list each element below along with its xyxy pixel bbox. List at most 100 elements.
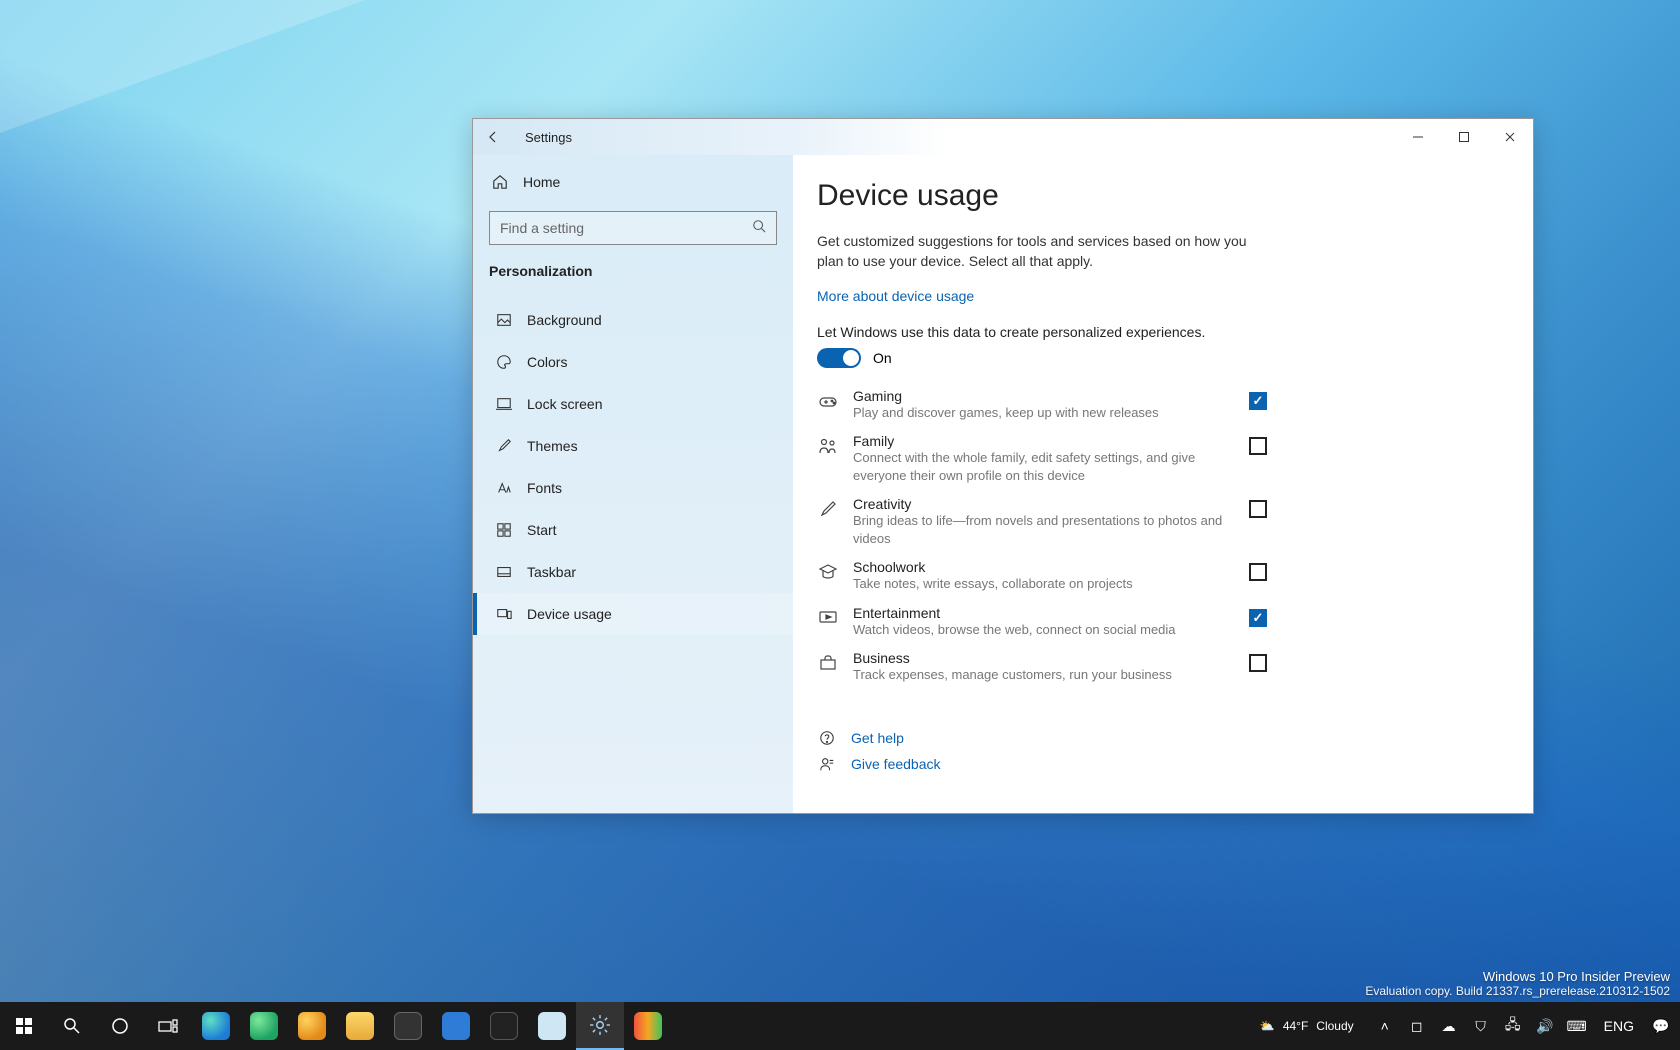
taskbar-app-edge[interactable] — [192, 1002, 240, 1050]
sidebar-item-label: Device usage — [527, 606, 612, 622]
tray-language[interactable]: ENG — [1598, 1018, 1640, 1034]
font-icon — [495, 479, 513, 497]
maximize-button[interactable] — [1441, 119, 1487, 155]
taskbar-app-explorer[interactable] — [336, 1002, 384, 1050]
image-icon — [495, 311, 513, 329]
minimize-button[interactable] — [1395, 119, 1441, 155]
brush-icon — [495, 437, 513, 455]
option-schoolwork-checkbox[interactable] — [1249, 563, 1267, 581]
creativity-icon — [817, 498, 839, 520]
weather-temp: 44°F — [1283, 1019, 1308, 1033]
sidebar-item-label: Fonts — [527, 480, 562, 496]
toggle-state: On — [873, 350, 892, 366]
section-label: Personalization — [473, 257, 793, 289]
titlebar: Settings — [473, 119, 1533, 155]
taskbar-app-other[interactable] — [624, 1002, 672, 1050]
sidebar-item-background[interactable]: Background — [473, 299, 793, 341]
sidebar-item-label: Start — [527, 522, 557, 538]
tray-chevron-icon[interactable]: ˄ — [1374, 1018, 1396, 1034]
tray-security-icon[interactable]: ⛉ — [1470, 1018, 1492, 1035]
option-family-checkbox[interactable] — [1249, 437, 1267, 455]
schoolwork-icon — [817, 561, 839, 583]
home-icon — [491, 173, 509, 191]
sidebar-item-lockscreen[interactable]: Lock screen — [473, 383, 793, 425]
taskbar-app-notepad[interactable] — [528, 1002, 576, 1050]
cortana-button[interactable] — [96, 1002, 144, 1050]
back-button[interactable] — [473, 129, 513, 145]
option-family[interactable]: FamilyConnect with the whole family, edi… — [817, 431, 1267, 486]
personalize-toggle[interactable] — [817, 348, 861, 368]
taskbar-app-edge-dev[interactable] — [240, 1002, 288, 1050]
window-controls — [1395, 119, 1533, 155]
family-icon — [817, 435, 839, 457]
home-button[interactable]: Home — [473, 163, 793, 201]
tray-network-icon[interactable]: 🖧 — [1502, 1014, 1524, 1038]
weather-widget[interactable]: ⛅ 44°F Cloudy — [1250, 1019, 1364, 1033]
search-box[interactable] — [489, 211, 777, 245]
sidebar-item-start[interactable]: Start — [473, 509, 793, 551]
taskview-button[interactable] — [144, 1002, 192, 1050]
option-creativity[interactable]: CreativityBring ideas to life—from novel… — [817, 494, 1267, 549]
gaming-icon — [817, 390, 839, 412]
option-entertainment-checkbox[interactable] — [1249, 609, 1267, 627]
weather-icon: ⛅ — [1260, 1019, 1275, 1033]
home-label: Home — [523, 174, 560, 190]
give-feedback-link[interactable]: Give feedback — [851, 756, 941, 772]
tray-onedrive-icon[interactable]: ☁ — [1438, 1018, 1460, 1035]
sidebar-item-label: Themes — [527, 438, 578, 454]
taskbar-app-store[interactable] — [384, 1002, 432, 1050]
page-title: Device usage — [817, 179, 1505, 213]
start-icon — [495, 521, 513, 539]
taskbar-app-mail[interactable] — [432, 1002, 480, 1050]
page-description: Get customized suggestions for tools and… — [817, 231, 1247, 272]
sidebar-item-label: Background — [527, 312, 602, 328]
sidebar-item-colors[interactable]: Colors — [473, 341, 793, 383]
tray-volume-icon[interactable]: 🔊 — [1534, 1018, 1556, 1035]
sidebar-item-label: Taskbar — [527, 564, 576, 580]
search-button[interactable] — [48, 1002, 96, 1050]
option-schoolwork[interactable]: SchoolworkTake notes, write essays, coll… — [817, 557, 1267, 595]
business-icon — [817, 652, 839, 674]
sidebar-item-label: Lock screen — [527, 396, 602, 412]
search-input[interactable] — [500, 220, 752, 236]
sidebar-item-label: Colors — [527, 354, 567, 370]
entertainment-icon — [817, 607, 839, 629]
taskbar: ⛅ 44°F Cloudy ˄ ◻ ☁ ⛉ 🖧 🔊 ⌨ ENG 💬 — [0, 1002, 1680, 1050]
sidebar-item-themes[interactable]: Themes — [473, 425, 793, 467]
main-content: Device usage Get customized suggestions … — [793, 155, 1533, 813]
toggle-label: Let Windows use this data to create pers… — [817, 324, 1505, 340]
desktop-watermark: Windows 10 Pro Insider Preview Evaluatio… — [1365, 969, 1670, 998]
device-usage-icon — [495, 605, 513, 623]
lockscreen-icon — [495, 395, 513, 413]
settings-window: Settings Home — [472, 118, 1534, 814]
option-entertainment[interactable]: EntertainmentWatch videos, browse the we… — [817, 603, 1267, 641]
taskbar-app-terminal[interactable] — [480, 1002, 528, 1050]
sidebar-item-device-usage[interactable]: Device usage — [473, 593, 793, 635]
sidebar-item-taskbar[interactable]: Taskbar — [473, 551, 793, 593]
desktop-wallpaper: Settings Home — [0, 0, 1680, 1050]
search-icon — [752, 219, 766, 238]
sidebar: Home Personalization Background — [473, 155, 793, 813]
tray-notifications-icon[interactable]: 💬 — [1650, 1018, 1672, 1035]
sidebar-item-fonts[interactable]: Fonts — [473, 467, 793, 509]
option-business[interactable]: BusinessTrack expenses, manage customers… — [817, 648, 1267, 686]
help-icon — [817, 730, 837, 746]
option-gaming-checkbox[interactable] — [1249, 392, 1267, 410]
tray-keyboard-icon[interactable]: ⌨ — [1566, 1018, 1588, 1035]
more-link[interactable]: More about device usage — [817, 288, 974, 304]
weather-cond: Cloudy — [1316, 1019, 1353, 1033]
option-business-checkbox[interactable] — [1249, 654, 1267, 672]
feedback-icon — [817, 756, 837, 772]
taskbar-app-settings[interactable] — [576, 1002, 624, 1050]
option-gaming[interactable]: GamingPlay and discover games, keep up w… — [817, 386, 1267, 424]
usage-options: GamingPlay and discover games, keep up w… — [817, 386, 1267, 686]
tray-meet-icon[interactable]: ◻ — [1406, 1018, 1428, 1035]
get-help-link[interactable]: Get help — [851, 730, 904, 746]
taskbar-icon — [495, 563, 513, 581]
option-creativity-checkbox[interactable] — [1249, 500, 1267, 518]
close-button[interactable] — [1487, 119, 1533, 155]
start-button[interactable] — [0, 1002, 48, 1050]
taskbar-app-edge-canary[interactable] — [288, 1002, 336, 1050]
window-title: Settings — [525, 130, 572, 145]
palette-icon — [495, 353, 513, 371]
